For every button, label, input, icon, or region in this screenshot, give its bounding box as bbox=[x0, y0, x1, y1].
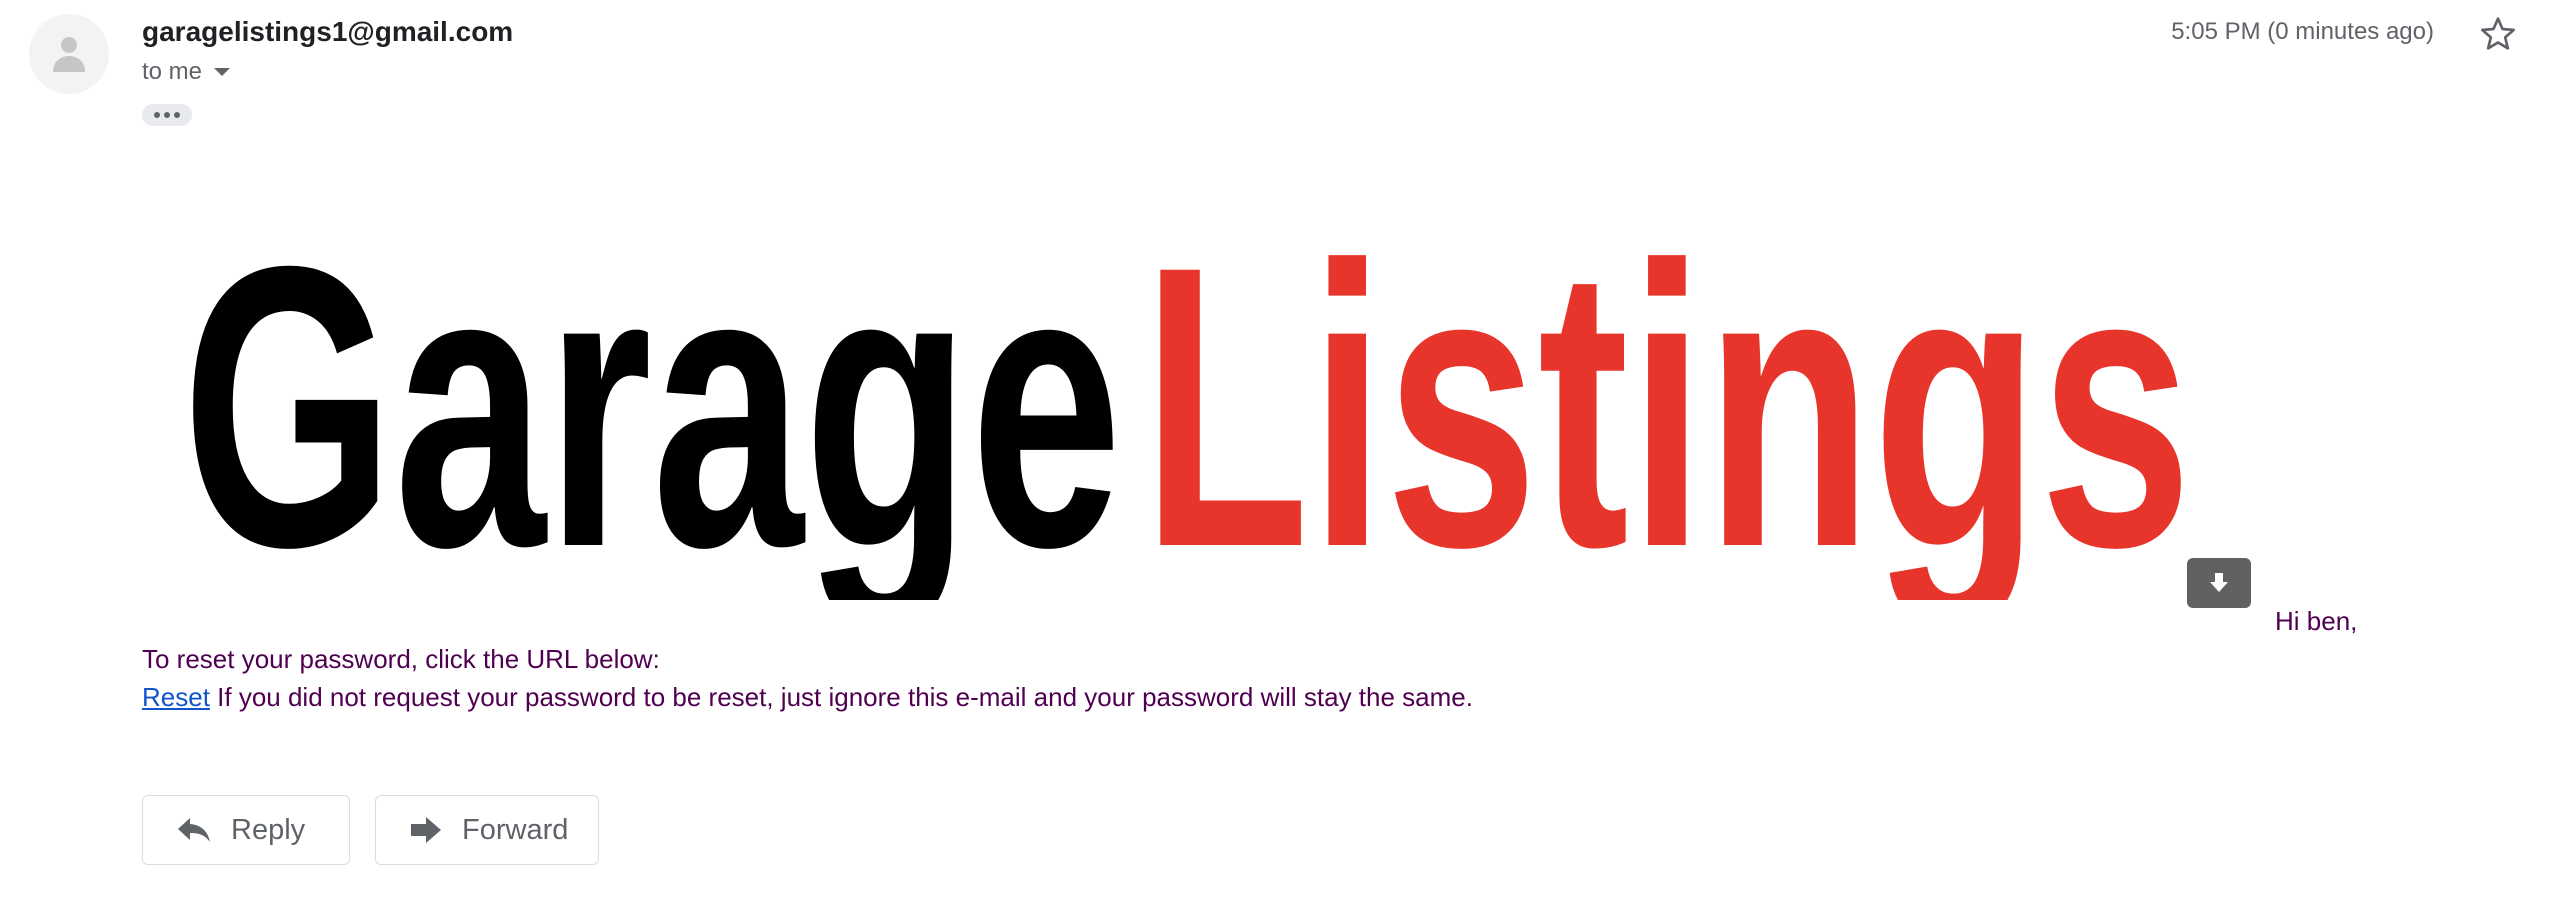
logo-word-listings: Listings bbox=[1142, 225, 2192, 600]
sender-avatar[interactable] bbox=[29, 14, 109, 94]
email-body-instruction: To reset your password, click the URL be… bbox=[142, 644, 660, 674]
reset-link[interactable]: Reset bbox=[142, 682, 210, 712]
reply-arrow-icon bbox=[177, 816, 211, 844]
email-message-view: garagelistings1@gmail.com to me 5:05 PM … bbox=[0, 0, 2554, 914]
garage-listings-logo: Garage Listings bbox=[182, 225, 2192, 600]
star-outline-icon[interactable] bbox=[2478, 14, 2518, 54]
show-trimmed-content-button[interactable] bbox=[142, 104, 192, 126]
forward-arrow-icon bbox=[410, 816, 442, 844]
email-body-disclaimer: If you did not request your password to … bbox=[209, 682, 1473, 712]
download-image-button[interactable] bbox=[2187, 558, 2251, 608]
download-icon bbox=[2210, 573, 2228, 592]
reply-label: Reply bbox=[231, 813, 306, 846]
ellipsis-dot bbox=[174, 112, 180, 118]
email-greeting: Hi ben, bbox=[2275, 606, 2358, 636]
person-icon bbox=[53, 37, 85, 72]
forward-button[interactable]: Forward bbox=[375, 795, 599, 865]
logo-word-garage: Garage bbox=[182, 225, 1122, 600]
recipient-details-toggle[interactable]: to me bbox=[142, 58, 231, 86]
reply-button[interactable]: Reply bbox=[142, 795, 350, 865]
email-body-reset-line: Reset If you did not request your passwo… bbox=[142, 682, 1473, 713]
caret-down-icon bbox=[214, 68, 231, 76]
message-timestamp: 5:05 PM (0 minutes ago) bbox=[2171, 18, 2434, 45]
sender-email[interactable]: garagelistings1@gmail.com bbox=[142, 16, 513, 48]
ellipsis-dot bbox=[154, 112, 160, 118]
recipient-label: to me bbox=[142, 58, 203, 85]
forward-label: Forward bbox=[462, 813, 569, 846]
ellipsis-dot bbox=[164, 112, 170, 118]
